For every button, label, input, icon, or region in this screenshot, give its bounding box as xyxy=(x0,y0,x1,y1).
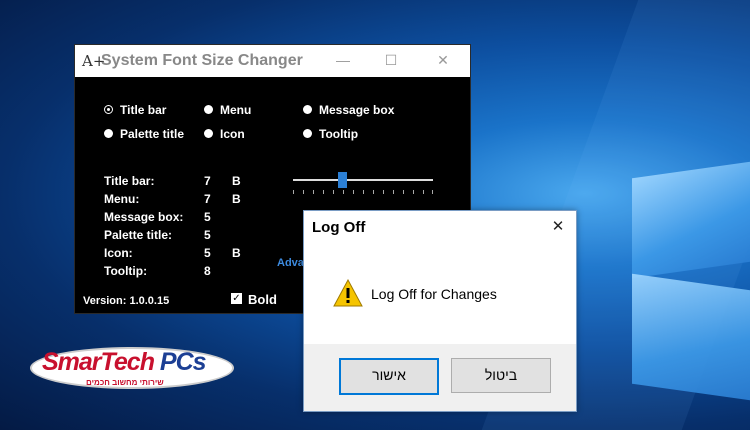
bold-checkbox-label[interactable]: Bold xyxy=(248,292,277,307)
radio-icon xyxy=(303,129,312,139)
row-bold-menu: B xyxy=(232,192,241,206)
row-label-palette-title: Palette title: xyxy=(104,228,173,242)
row-value-message-box: 5 xyxy=(204,210,211,224)
logo-wordmark: SmarTech PCs xyxy=(42,348,207,376)
row-value-palette-title: 5 xyxy=(204,228,211,242)
row-value-icon: 5 xyxy=(204,246,211,260)
minimize-button[interactable]: — xyxy=(331,50,355,70)
row-value-menu: 7 xyxy=(204,192,211,206)
log-off-dialog: Log Off ✕ Log Off for Changes אישור ביטו… xyxy=(303,210,577,412)
font-size-slider-track[interactable] xyxy=(293,179,433,181)
radio-icon xyxy=(303,105,312,115)
radio-message-box[interactable]: Message box xyxy=(303,103,394,119)
radio-selected-icon xyxy=(104,105,113,115)
row-value-title-bar: 7 xyxy=(204,174,211,188)
dialog-message: Log Off for Changes xyxy=(371,286,497,302)
row-label-title-bar: Title bar: xyxy=(104,174,155,188)
row-bold-icon: B xyxy=(232,246,241,260)
row-value-tooltip: 8 xyxy=(204,264,211,278)
radio-title-bar[interactable]: Title bar xyxy=(104,103,166,119)
radio-palette-title[interactable]: Palette title xyxy=(104,127,184,143)
radio-tooltip[interactable]: Tooltip xyxy=(303,127,358,143)
warning-icon xyxy=(333,279,363,307)
slider-ticks xyxy=(293,190,433,195)
ok-button[interactable]: אישור xyxy=(339,358,439,395)
cancel-button[interactable]: ביטול xyxy=(451,358,551,393)
radio-menu[interactable]: Menu xyxy=(204,103,251,119)
row-label-icon: Icon: xyxy=(104,246,133,260)
row-bold-title-bar: B xyxy=(232,174,241,188)
smartech-logo: SmarTech PCs שירותי מחשוב חכמים xyxy=(30,345,235,390)
dialog-title: Log Off xyxy=(312,219,366,236)
advanced-link[interactable]: Adva xyxy=(277,257,304,269)
windows-logo-pane-bottom xyxy=(632,273,750,401)
close-button[interactable]: ✕ xyxy=(431,50,455,70)
bold-checkbox[interactable]: ✓ xyxy=(231,293,242,304)
radio-icon xyxy=(104,129,113,139)
windows-logo-pane-top xyxy=(632,161,750,279)
radio-icon xyxy=(204,129,213,139)
dialog-close-button[interactable]: ✕ xyxy=(548,217,568,237)
window-title: System Font Size Changer xyxy=(101,52,303,69)
radio-icon xyxy=(204,105,213,115)
logo-tagline: שירותי מחשוב חכמים xyxy=(86,378,164,387)
row-label-message-box: Message box: xyxy=(104,210,184,224)
radio-icon-option[interactable]: Icon xyxy=(204,127,245,143)
maximize-button[interactable]: ☐ xyxy=(379,50,403,70)
version-label: Version: 1.0.0.15 xyxy=(83,295,170,307)
font-size-slider-thumb[interactable] xyxy=(338,172,347,188)
window-titlebar[interactable]: A+ System Font Size Changer — ☐ ✕ xyxy=(75,45,470,77)
row-label-tooltip: Tooltip: xyxy=(104,264,148,278)
row-label-menu: Menu: xyxy=(104,192,140,206)
